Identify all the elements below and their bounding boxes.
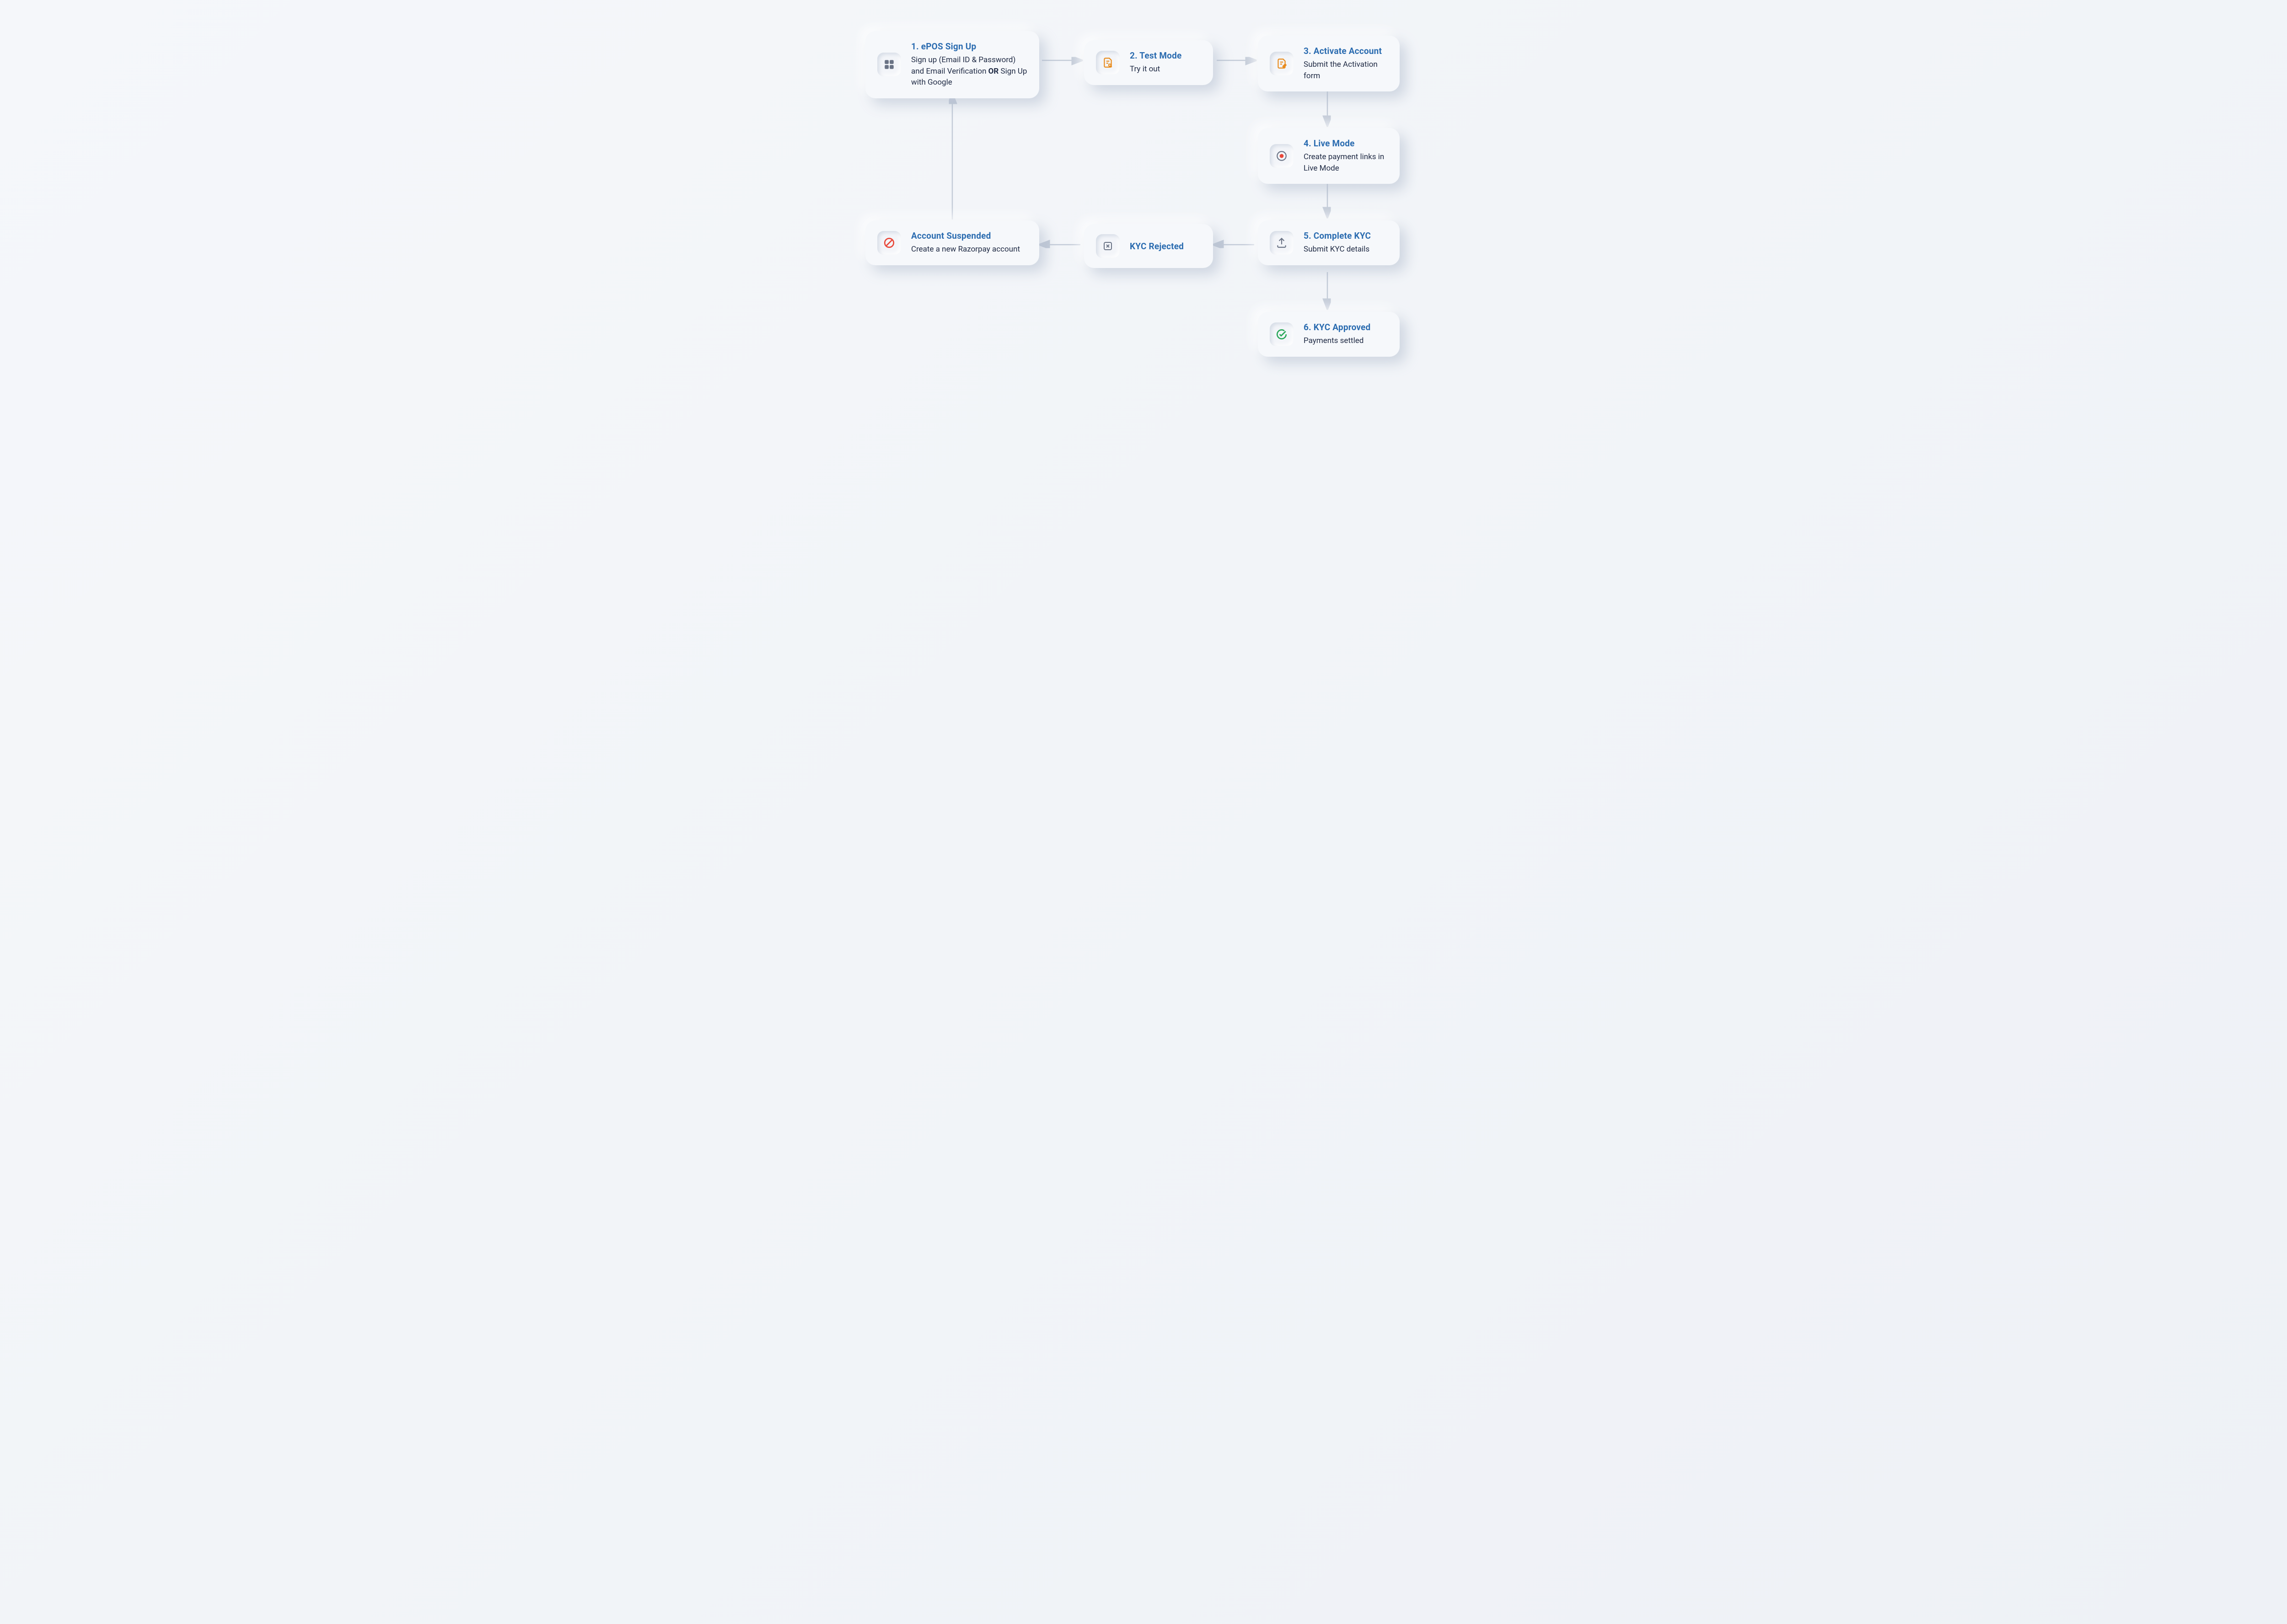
node-signup: 1. ePOS Sign Up Sign up (Email ID & Pass… (865, 31, 1039, 98)
node-activate: 3. Activate Account Submit the Activatio… (1258, 36, 1400, 91)
node-title: 1. ePOS Sign Up (911, 41, 1027, 52)
node-title: KYC Rejected (1130, 241, 1184, 252)
node-suspended: Account Suspended Create a new Razorpay … (865, 220, 1039, 265)
node-title: 4. Live Mode (1304, 138, 1388, 149)
checkmark-circle-icon (1270, 322, 1294, 346)
document-search-icon (1096, 51, 1120, 75)
node-testmode: 2. Test Mode Try it out (1084, 40, 1213, 85)
node-approved: 6. KYC Approved Payments settled (1258, 312, 1400, 357)
node-desc: Create payment links in Live Mode (1304, 151, 1388, 174)
document-edit-icon (1270, 52, 1294, 75)
grid-icon (877, 53, 901, 76)
node-desc: Sign up (Email ID & Password) and Email … (911, 54, 1027, 88)
node-title: Account Suspended (911, 230, 1020, 241)
x-square-icon (1096, 234, 1120, 258)
node-rejected: KYC Rejected (1084, 224, 1213, 268)
node-title: 3. Activate Account (1304, 46, 1388, 56)
node-title: 6. KYC Approved (1304, 322, 1370, 332)
prohibit-icon (877, 231, 901, 255)
node-title: 2. Test Mode (1130, 50, 1181, 61)
node-desc: Payments settled (1304, 335, 1370, 347)
record-dot-icon (1270, 144, 1294, 168)
node-desc: Try it out (1130, 64, 1181, 75)
upload-icon (1270, 231, 1294, 255)
node-desc: Create a new Razorpay account (911, 244, 1020, 255)
node-desc: Submit the Activation form (1304, 59, 1388, 81)
node-title: 5. Complete KYC (1304, 230, 1371, 241)
node-kyc: 5. Complete KYC Submit KYC details (1258, 220, 1400, 265)
flow-diagram: 1. ePOS Sign Up Sign up (Email ID & Pass… (828, 0, 1459, 437)
node-livemode: 4. Live Mode Create payment links in Liv… (1258, 128, 1400, 184)
node-desc: Submit KYC details (1304, 244, 1371, 255)
